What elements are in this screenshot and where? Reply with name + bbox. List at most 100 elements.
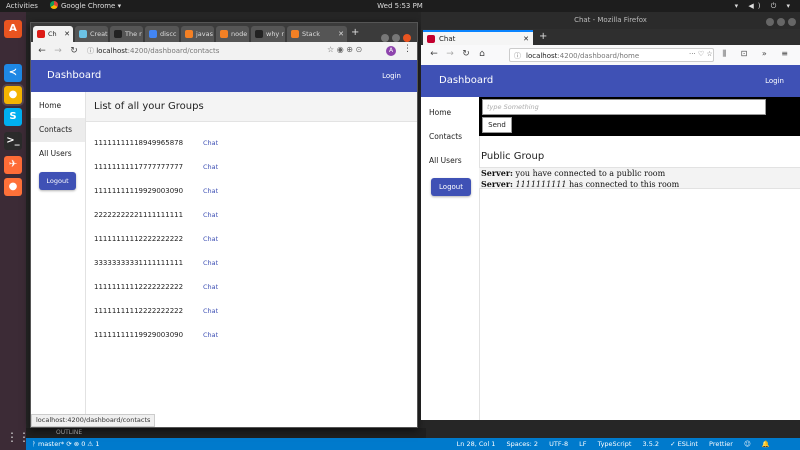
maximize-icon[interactable] [777, 18, 785, 26]
sidebar-item-contacts[interactable]: Contacts [421, 125, 479, 149]
extension-icons[interactable]: ☆ ◉ ⊕ ⊙ [327, 45, 362, 54]
url-host: localhost [96, 47, 128, 55]
message-input[interactable]: type Something [482, 99, 766, 115]
github-favicon-icon [114, 30, 122, 38]
chat-link[interactable]: Chat [203, 307, 218, 315]
status-indentation[interactable]: Spaces: 2 [506, 440, 538, 448]
close-tab-icon[interactable]: ✕ [64, 26, 70, 42]
firefox-tab-bar: Chat ✕ + [421, 29, 800, 45]
address-bar[interactable]: ⓘ localhost:4200/dashboard/home [509, 48, 714, 62]
message-sender: Server: [481, 168, 513, 178]
window-title: Chat - Mozilla Firefox [574, 16, 647, 24]
message-user-id: 1111111111 [515, 180, 567, 189]
home-icon[interactable]: ⌂ [475, 47, 489, 61]
back-arrow-icon[interactable]: ← [427, 47, 441, 61]
close-window-icon[interactable] [403, 34, 411, 42]
tab-favicon-icon [79, 30, 87, 38]
logout-button[interactable]: Logout [431, 178, 471, 196]
status-left[interactable]: ᚹ master* ⟳ ⊗ 0 ⚠ 1 [32, 438, 99, 450]
chat-panel: type Something Send Public Group Server:… [479, 97, 800, 420]
chrome-menu-icon[interactable]: ⋮ [403, 44, 412, 54]
chrome-tab[interactable]: discc [145, 26, 179, 42]
send-button[interactable]: Send [482, 117, 512, 133]
chat-link[interactable]: Chat [203, 211, 218, 219]
system-tray[interactable]: ▾ ◀) ⏻ ▾ [735, 0, 794, 12]
feedback-icon[interactable]: ☺ [744, 440, 751, 448]
reload-icon[interactable]: ↻ [459, 47, 473, 61]
chat-link[interactable]: Chat [203, 259, 218, 267]
angular-favicon-icon [427, 35, 435, 43]
firefox-title-bar: Chat - Mozilla Firefox [421, 12, 800, 29]
clock[interactable]: Wed 5:53 PM [0, 0, 800, 12]
notifications-icon[interactable]: 🔔 [762, 440, 770, 448]
chrome-tab[interactable]: javas [181, 26, 214, 42]
chrome-toolbar: ← → ↻ ⓘ localhost:4200/dashboard/contact… [31, 42, 417, 61]
chrome-icon[interactable]: ● [4, 86, 22, 104]
editor-status-bar: ᚹ master* ⟳ ⊗ 0 ⚠ 1 Ln 28, Col 1 Spaces:… [26, 438, 800, 450]
vscode-icon[interactable]: ≺ [4, 64, 22, 82]
login-link[interactable]: Login [382, 60, 401, 92]
chat-link[interactable]: Chat [203, 187, 218, 195]
software-center-icon[interactable]: A [4, 20, 22, 38]
page-title: List of all your Groups [86, 92, 417, 122]
chrome-tab[interactable]: node [216, 26, 249, 42]
login-link[interactable]: Login [765, 65, 784, 97]
logout-button[interactable]: Logout [39, 172, 76, 190]
page-action-icons[interactable]: ··· ♡ ☆ [689, 50, 713, 58]
postman-icon[interactable]: ✈ [4, 156, 22, 174]
status-ts-version[interactable]: 3.5.2 [643, 440, 660, 448]
chat-link[interactable]: Chat [203, 139, 218, 147]
close-window-icon[interactable] [788, 18, 796, 26]
address-bar[interactable]: ⓘ localhost:4200/dashboard/contacts [87, 44, 353, 58]
status-language[interactable]: TypeScript [598, 440, 632, 448]
new-tab-button[interactable]: + [351, 26, 359, 40]
system-top-bar: Activities Google Chrome ▾ Wed 5:53 PM ▾… [0, 0, 800, 12]
minimize-icon[interactable] [766, 18, 774, 26]
chrome-tab-label: javas [196, 30, 214, 38]
status-encoding[interactable]: UTF-8 [549, 440, 568, 448]
status-line-ending[interactable]: LF [579, 440, 586, 448]
new-tab-button[interactable]: + [539, 29, 547, 45]
toolbar-right-icons[interactable]: ⫼ ⊡ » ≡ [722, 49, 794, 59]
chrome-tab[interactable]: Ch ✕ [33, 26, 73, 42]
info-icon[interactable]: ⓘ [87, 47, 96, 55]
chat-link[interactable]: Chat [203, 283, 218, 291]
chat-link[interactable]: Chat [203, 331, 218, 339]
sidebar-item-contacts[interactable]: Contacts [31, 118, 85, 142]
stackoverflow-favicon-icon [220, 30, 228, 38]
maximize-icon[interactable] [392, 34, 400, 42]
chrome-tab[interactable]: Creat [75, 26, 108, 42]
skype-icon[interactable]: S [4, 108, 22, 126]
sidebar-item-home[interactable]: Home [31, 94, 85, 118]
chrome-tab[interactable]: The r [110, 26, 143, 42]
show-applications-icon[interactable]: ⋮⋮⋮ [6, 430, 42, 444]
chrome-tab-label: discc [160, 30, 177, 38]
outline-panel[interactable]: OUTLINE [26, 428, 426, 438]
chat-link[interactable]: Chat [203, 235, 218, 243]
profile-avatar[interactable]: A [386, 46, 396, 56]
chrome-page: Dashboard Login Home Contacts All Users … [31, 60, 417, 427]
minimize-icon[interactable] [381, 34, 389, 42]
info-icon[interactable]: ⓘ [514, 49, 521, 63]
back-arrow-icon[interactable]: ← [35, 44, 49, 58]
app-title[interactable]: Dashboard [439, 65, 493, 97]
chrome-tab-label: why r [266, 30, 285, 38]
terminal-icon[interactable]: >_ [4, 132, 22, 150]
chat-link[interactable]: Chat [203, 163, 218, 171]
status-prettier[interactable]: Prettier [709, 440, 733, 448]
chrome-tab[interactable]: why r [251, 26, 285, 42]
firefox-tab[interactable]: Chat ✕ [423, 30, 533, 45]
sidebar-item-all-users[interactable]: All Users [421, 149, 479, 173]
app-title[interactable]: Dashboard [47, 60, 101, 92]
close-tab-icon[interactable]: ✕ [338, 26, 344, 42]
forward-arrow-icon[interactable]: → [51, 44, 65, 58]
firefox-icon[interactable]: ● [4, 178, 22, 196]
status-eslint[interactable]: ✓ ESLint [670, 440, 698, 448]
reload-icon[interactable]: ↻ [67, 44, 81, 58]
chrome-tab[interactable]: Stack ✕ [287, 26, 347, 42]
sidebar-item-all-users[interactable]: All Users [31, 142, 85, 166]
forward-arrow-icon[interactable]: → [443, 47, 457, 61]
sidebar-item-home[interactable]: Home [421, 101, 479, 125]
link-status-bubble: localhost:4200/dashboard/contacts [31, 414, 156, 427]
status-cursor-position[interactable]: Ln 28, Col 1 [457, 440, 496, 448]
